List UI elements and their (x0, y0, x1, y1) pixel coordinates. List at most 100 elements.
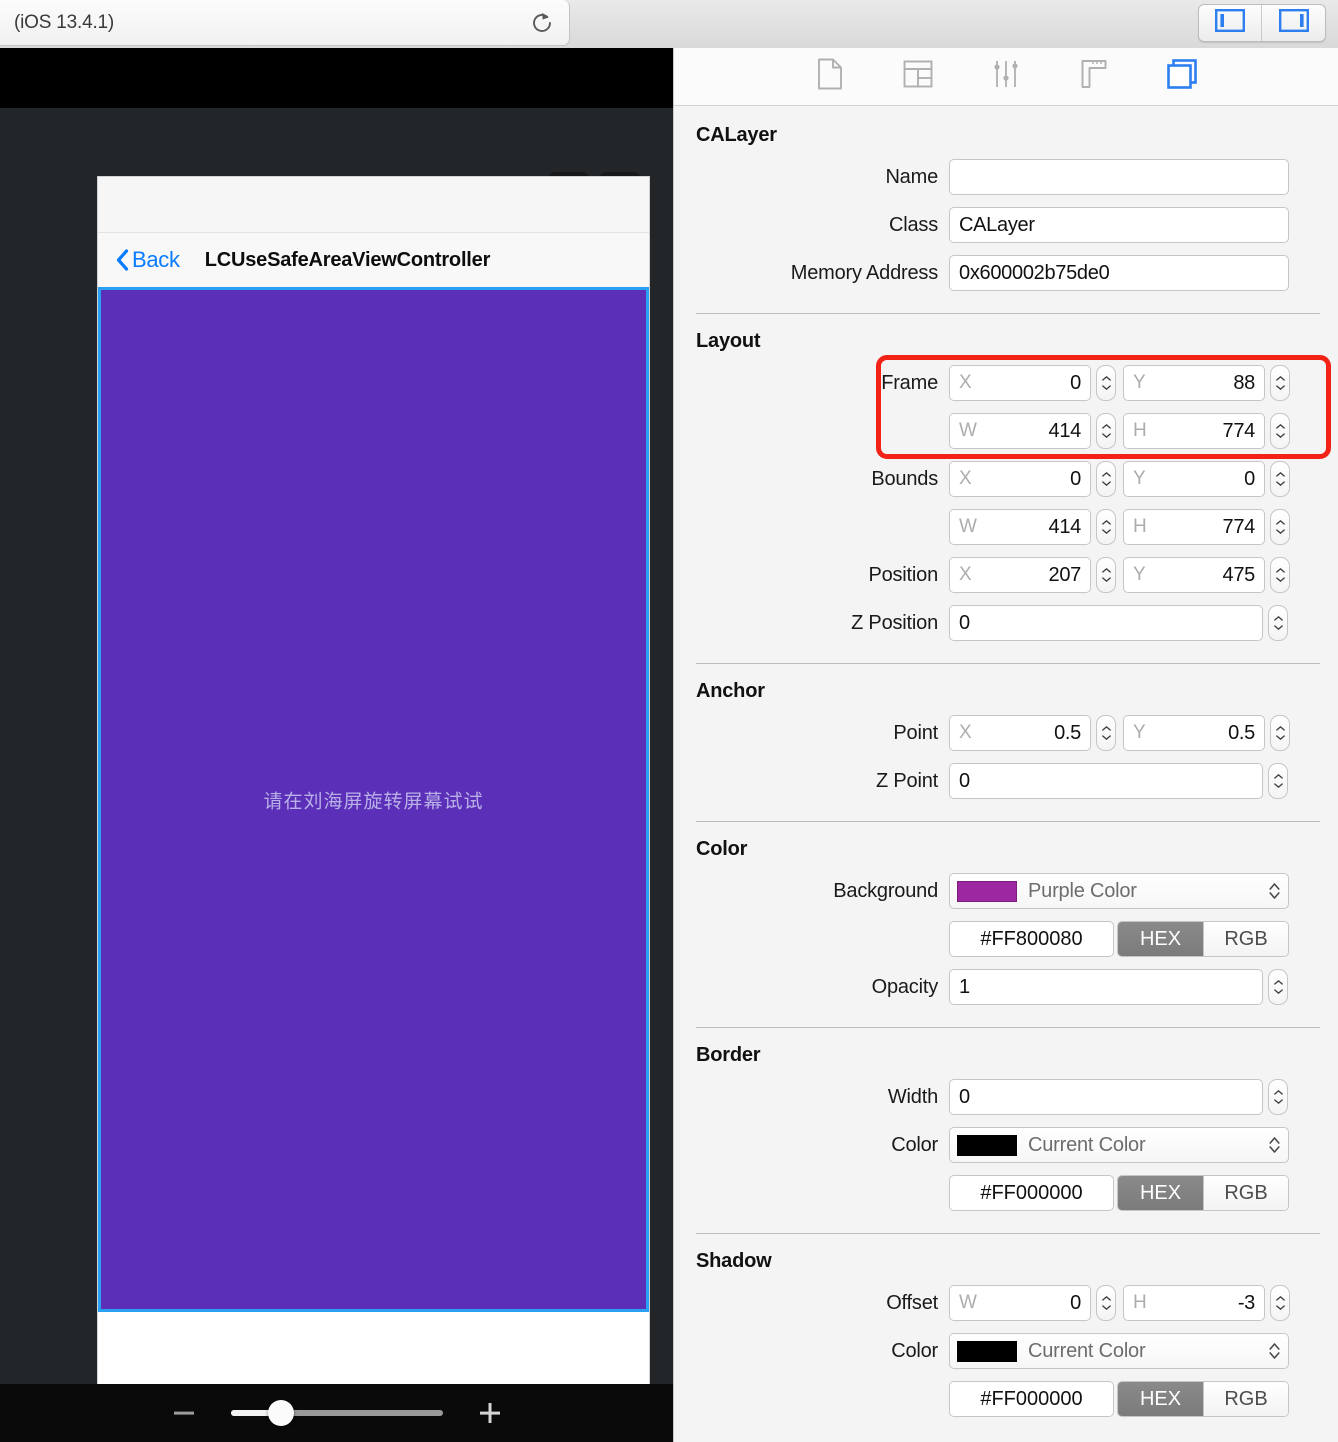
z-point-input[interactable]: 0 (949, 763, 1263, 799)
zoom-slider[interactable] (230, 1400, 443, 1426)
shadow-offset-w-input[interactable]: W 0 (949, 1285, 1091, 1321)
show-left-panel-button[interactable] (1199, 5, 1262, 41)
jump-bar-text: (iOS 13.4.1) (14, 11, 115, 33)
row-opacity: Opacity 1 (674, 969, 1338, 1005)
bounds-y-input[interactable]: Y 0 (1123, 461, 1265, 497)
border-rgb-mode-button[interactable]: RGB (1203, 1176, 1288, 1210)
shadow-color-select[interactable]: Current Color (949, 1333, 1289, 1369)
position-x-stepper[interactable] (1096, 557, 1116, 593)
frame-h-input[interactable]: H 774 (1123, 413, 1265, 449)
layer-inspector-panel[interactable]: CALayer Name Class CALayer Memory Addres… (673, 48, 1338, 1442)
border-hex-input[interactable]: #FF000000 (949, 1175, 1114, 1211)
label-z-position: Z Position (851, 611, 938, 634)
background-color-select[interactable]: Purple Color (949, 873, 1289, 909)
label-point: Point (893, 721, 938, 744)
anchor-point-y-input[interactable]: Y 0.5 (1123, 715, 1265, 751)
background-color-name: Purple Color (1028, 879, 1137, 902)
shadow-hex-input[interactable]: #FF000000 (949, 1381, 1114, 1417)
anchor-point-x-stepper[interactable] (1096, 715, 1116, 751)
z-point-stepper[interactable] (1268, 763, 1288, 799)
tab-file-inspector[interactable] (810, 57, 850, 97)
zoom-in-button[interactable] (473, 1396, 507, 1430)
jump-bar[interactable]: (iOS 13.4.1) (0, 0, 570, 46)
xcode-view-debugger-window: (iOS 13.4.1) Back LCUseSafeAreaViewContr… (0, 0, 1338, 1442)
opacity-input[interactable]: 1 (949, 969, 1263, 1005)
position-x-input[interactable]: X 207 (949, 557, 1091, 593)
row-shadow-hex: . #FF000000 HEX RGB (674, 1381, 1338, 1417)
frame-y-input[interactable]: Y 88 (1123, 365, 1265, 401)
selected-layer-purple-view[interactable]: 请在刘海屏旋转屏幕试试 (98, 287, 649, 1312)
label-bounds: Bounds (871, 467, 938, 490)
label-opacity: Opacity (871, 975, 939, 998)
border-color-name: Current Color (1028, 1133, 1146, 1156)
background-color-mode-segmented[interactable]: HEX RGB (1117, 921, 1289, 957)
frame-h-stepper[interactable] (1270, 413, 1290, 449)
bounds-w-stepper[interactable] (1096, 509, 1116, 545)
background-hex-mode-button[interactable]: HEX (1118, 922, 1203, 956)
opacity-stepper[interactable] (1268, 969, 1288, 1005)
bounds-w-input[interactable]: W 414 (949, 509, 1091, 545)
label-shadow-offset: Offset (886, 1291, 938, 1314)
border-color-select[interactable]: Current Color (949, 1127, 1289, 1163)
row-frame-wh: . W 414 H 774 (674, 413, 1338, 449)
shadow-rgb-mode-button[interactable]: RGB (1203, 1382, 1288, 1416)
background-color-swatch (957, 880, 1017, 902)
shadow-hex-mode-button[interactable]: HEX (1118, 1382, 1203, 1416)
bounds-h-input[interactable]: H 774 (1123, 509, 1265, 545)
show-left-panel-icon (1215, 9, 1246, 37)
border-width-stepper[interactable] (1268, 1079, 1288, 1115)
shadow-color-mode-segmented[interactable]: HEX RGB (1117, 1381, 1289, 1417)
tab-size-inspector[interactable] (1074, 57, 1114, 97)
nav-back-label: Back (132, 247, 180, 272)
nav-back-button[interactable]: Back (116, 247, 180, 273)
anchor-point-x-input[interactable]: X 0.5 (949, 715, 1091, 751)
label-frame: Frame (881, 371, 938, 394)
frame-x-input[interactable]: X 0 (949, 365, 1091, 401)
tab-quick-help-inspector[interactable] (898, 57, 938, 97)
debug-canvas[interactable]: Back LCUseSafeAreaViewController 请在刘海屏旋转… (0, 48, 673, 1442)
class-input[interactable]: CALayer (949, 207, 1289, 243)
row-border-hex: . #FF000000 HEX RGB (674, 1175, 1338, 1211)
z-position-stepper[interactable] (1268, 605, 1288, 641)
bounds-x-stepper[interactable] (1096, 461, 1116, 497)
tab-layer-inspector[interactable] (1162, 57, 1202, 97)
frame-w-stepper[interactable] (1096, 413, 1116, 449)
label-memory-address: Memory Address (790, 261, 938, 284)
panel-toggle-segmented-control[interactable] (1198, 4, 1326, 42)
row-z-point: Z Point 0 (674, 763, 1338, 799)
simulated-device[interactable]: Back LCUseSafeAreaViewController 请在刘海屏旋转… (97, 176, 650, 1414)
frame-w-input[interactable]: W 414 (949, 413, 1091, 449)
label-border-width: Width (887, 1085, 938, 1108)
position-y-stepper[interactable] (1270, 557, 1290, 593)
zoom-out-button[interactable] (167, 1396, 201, 1430)
shadow-offset-h-input[interactable]: H -3 (1123, 1285, 1265, 1321)
section-title-shadow: Shadow (696, 1250, 772, 1272)
name-input[interactable] (949, 159, 1289, 195)
border-width-input[interactable]: 0 (949, 1079, 1263, 1115)
show-right-panel-button[interactable] (1262, 5, 1325, 41)
shadow-offset-h-stepper[interactable] (1270, 1285, 1290, 1321)
bounds-h-stepper[interactable] (1270, 509, 1290, 545)
background-rgb-mode-button[interactable]: RGB (1203, 922, 1288, 956)
anchor-point-y-stepper[interactable] (1270, 715, 1290, 751)
zoom-control-bar (0, 1384, 673, 1442)
border-hex-mode-button[interactable]: HEX (1118, 1176, 1203, 1210)
background-hex-input[interactable]: #FF800080 (949, 921, 1114, 957)
minus-icon (173, 1411, 194, 1415)
purple-view-label: 请在刘海屏旋转屏幕试试 (263, 791, 484, 812)
border-color-mode-segmented[interactable]: HEX RGB (1117, 1175, 1289, 1211)
frame-y-stepper[interactable] (1270, 365, 1290, 401)
shadow-offset-w-stepper[interactable] (1096, 1285, 1116, 1321)
tab-object-inspector[interactable] (986, 57, 1026, 97)
z-position-input[interactable]: 0 (949, 605, 1263, 641)
bounds-y-stepper[interactable] (1270, 461, 1290, 497)
position-y-input[interactable]: Y 475 (1123, 557, 1265, 593)
canvas-top-black-strip (0, 48, 673, 108)
refresh-icon[interactable] (529, 10, 555, 36)
inspector-tab-bar (674, 48, 1338, 106)
zoom-slider-knob[interactable] (268, 1400, 295, 1426)
row-anchor-point: Point X 0.5 Y 0.5 (674, 715, 1338, 751)
bounds-x-input[interactable]: X 0 (949, 461, 1091, 497)
memory-address-input[interactable]: 0x600002b75de0 (949, 255, 1289, 291)
frame-x-stepper[interactable] (1096, 365, 1116, 401)
